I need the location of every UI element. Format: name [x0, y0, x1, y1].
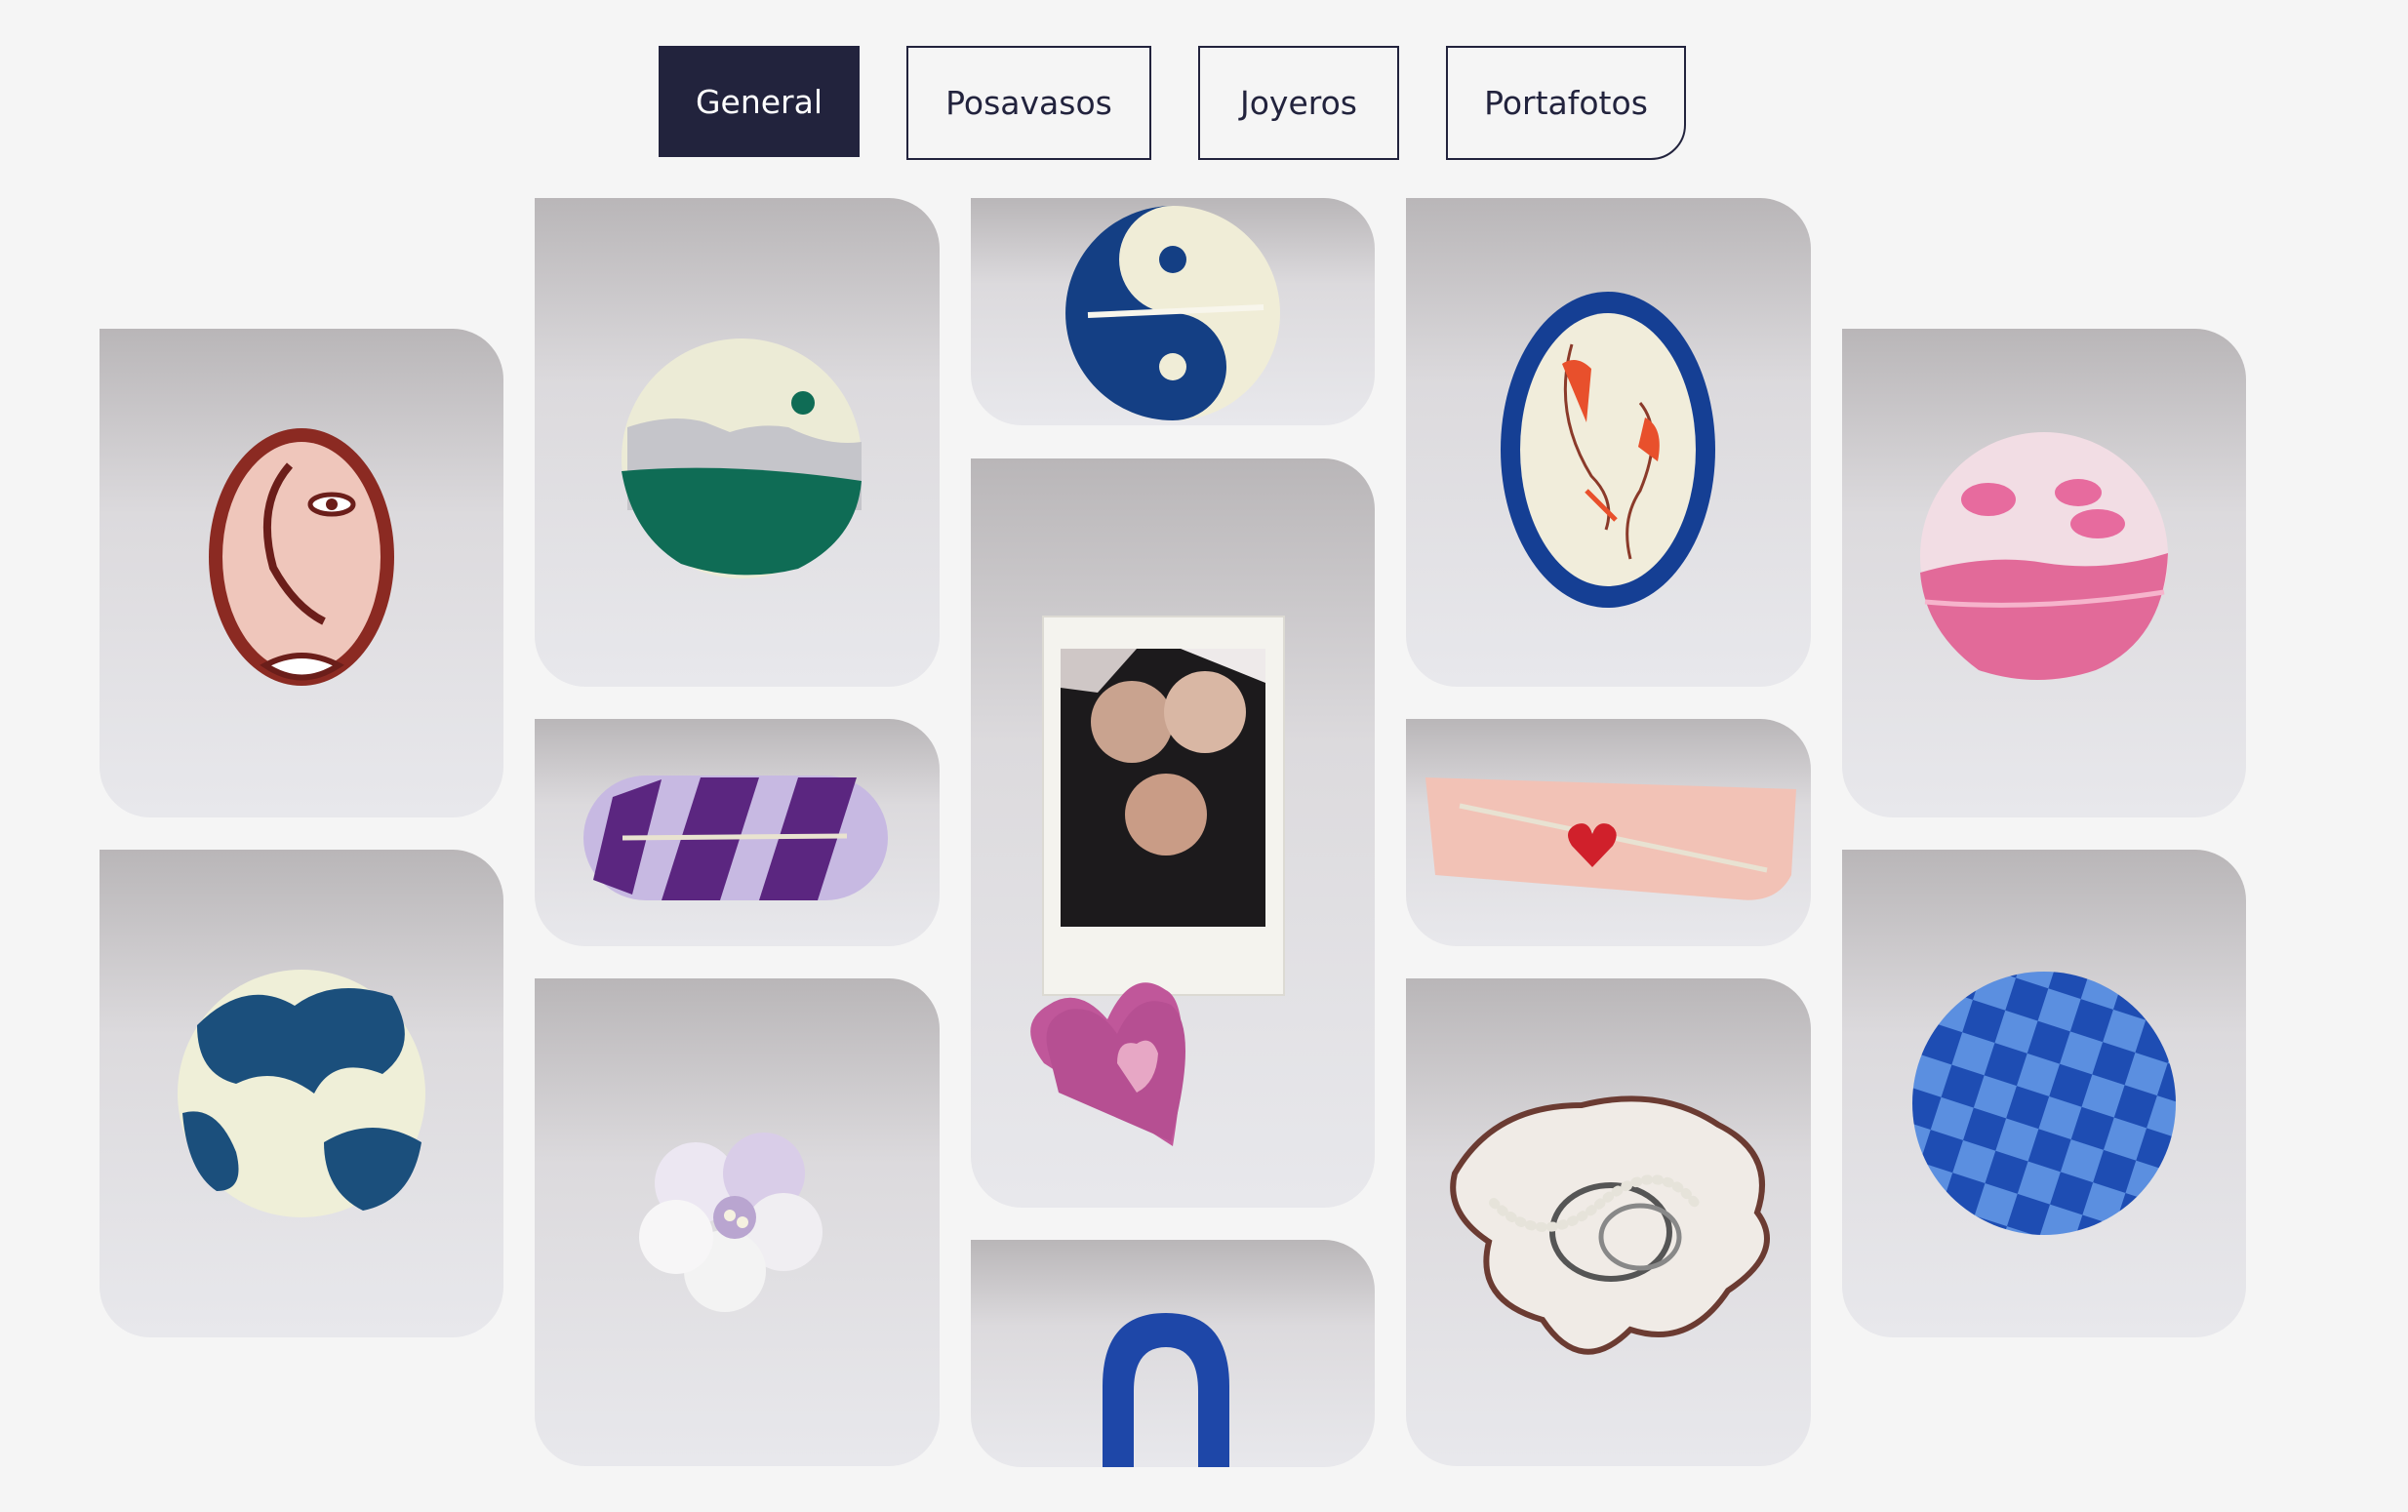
gallery-item-heart-holder[interactable]: [1406, 719, 1811, 946]
gallery-item-flower-holder[interactable]: [535, 978, 940, 1466]
gallery-item-blue-arch[interactable]: [971, 1240, 1375, 1467]
heart-holder-image: [1425, 777, 1796, 900]
pink-coaster-image: [1920, 432, 2168, 680]
gallery-item-pearl-jewelry-dish[interactable]: [1406, 978, 1811, 1466]
tab-general[interactable]: General: [659, 46, 860, 157]
tab-joyeros[interactable]: Joyeros: [1198, 46, 1399, 160]
blue-arch-image: [1103, 1313, 1229, 1467]
gallery-item-purple-stripe-holder[interactable]: [535, 719, 940, 946]
gallery-item-cow-print-coaster[interactable]: [100, 850, 503, 1337]
photo-frame-heart-image: [1030, 616, 1285, 1146]
moon-coaster-image: [622, 338, 862, 578]
purple-stripe-holder-image: [583, 776, 888, 900]
cow-print-coaster-image: [178, 970, 425, 1217]
gallery-item-pink-coaster[interactable]: [1842, 329, 2246, 817]
gallery-item-face-tray[interactable]: [100, 329, 503, 817]
gallery-item-moon-coaster[interactable]: [535, 198, 940, 687]
face-tray-image: [209, 428, 394, 686]
gallery-item-koi-tray[interactable]: [1406, 198, 1811, 687]
category-tabs: General Posavasos Joyeros Portafotos: [0, 0, 2408, 195]
tab-posavasos[interactable]: Posavasos: [906, 46, 1151, 160]
gallery-item-yin-yang-holder[interactable]: [971, 198, 1375, 425]
gallery-item-photo-frame-heart[interactable]: [971, 458, 1375, 1208]
koi-tray-image: [1501, 292, 1715, 608]
gallery-item-checker-coaster[interactable]: [1842, 850, 2246, 1337]
yin-yang-holder-image: [1065, 206, 1280, 420]
pearl-jewelry-dish-image: [1450, 1095, 1770, 1355]
tab-portafotos[interactable]: Portafotos: [1446, 46, 1686, 160]
flower-holder-image: [639, 1133, 823, 1312]
checker-coaster-image: [1912, 972, 2176, 1235]
